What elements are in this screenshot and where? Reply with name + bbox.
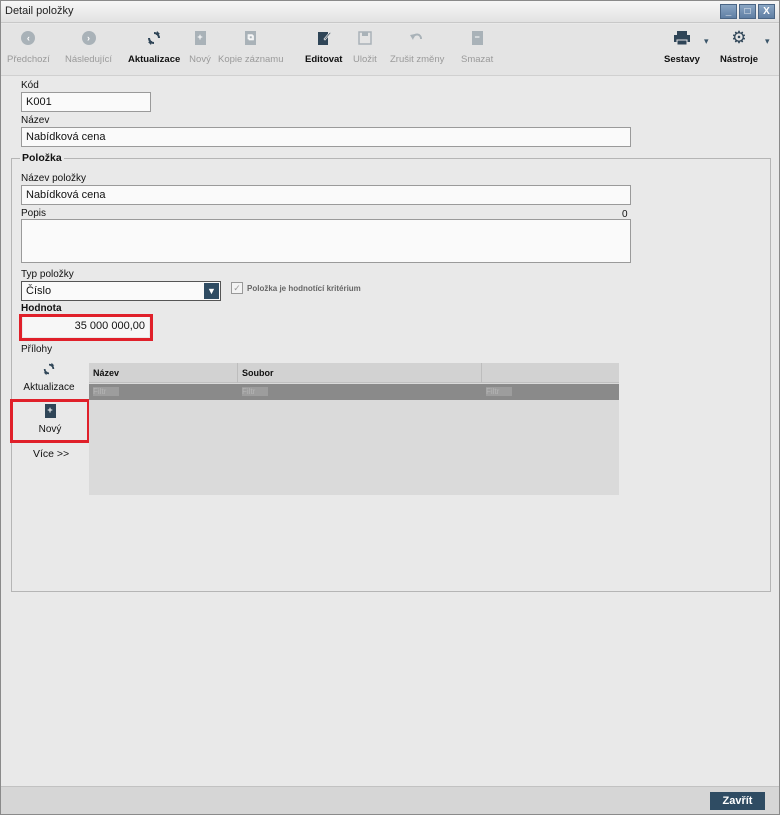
description-field[interactable]	[21, 219, 631, 263]
grid-filter-row: Filtr Filtr Filtr	[89, 384, 619, 400]
code-label: Kód	[21, 80, 39, 91]
maximize-button[interactable]: □	[739, 4, 756, 19]
attachments-grid: Název Soubor Filtr Filtr Filtr	[89, 363, 619, 495]
criterion-label: Položka je hodnotící kritérium	[247, 284, 361, 293]
reports-label: Sestavy	[664, 54, 700, 65]
new-button[interactable]: + Nový	[189, 28, 211, 65]
attachments-label: Přílohy	[21, 344, 53, 355]
criterion-checkbox[interactable]: ✓	[231, 282, 243, 294]
delete-document-icon: −	[471, 31, 483, 45]
minimize-button[interactable]: _	[720, 4, 737, 19]
more-link[interactable]: Více >>	[33, 448, 69, 460]
new-label: Nový	[189, 54, 211, 65]
printer-icon	[673, 31, 690, 46]
grid-column-file[interactable]: Soubor	[238, 363, 482, 383]
description-label: Popis	[21, 208, 47, 219]
code-field[interactable]: K001	[21, 92, 151, 112]
window-controls: _ □ X	[720, 4, 775, 19]
copy-record-label: Kopie záznamu	[218, 54, 284, 65]
item-type-label: Typ položky	[21, 269, 74, 280]
new-document-icon: +	[194, 31, 206, 45]
attachments-refresh-button[interactable]: Aktualizace	[17, 362, 81, 393]
close-window-button[interactable]: X	[758, 4, 775, 19]
gear-icon: ⚙	[731, 28, 747, 47]
reports-button[interactable]: Sestavy	[664, 28, 700, 65]
filter-file-input[interactable]: Filtr	[242, 387, 268, 396]
filter-extra-input[interactable]: Filtr	[486, 387, 512, 396]
value-highlight-frame	[19, 314, 153, 341]
item-name-label: Název položky	[21, 173, 87, 184]
delete-label: Smazat	[461, 54, 494, 65]
next-label: Následující	[65, 54, 112, 65]
chevron-down-icon[interactable]: ▼	[204, 283, 219, 299]
grid-column-extra[interactable]	[482, 363, 619, 383]
footer-bar: Zavřít	[1, 786, 779, 814]
arrow-right-circle-icon: ›	[81, 31, 96, 45]
refresh-button[interactable]: Aktualizace	[128, 28, 180, 65]
name-label: Název	[21, 115, 50, 126]
grid-column-name[interactable]: Název	[89, 363, 238, 383]
item-section-title: Položka	[20, 152, 64, 164]
item-name-field[interactable]: Nabídková cena	[21, 185, 631, 205]
detail-window: Detail položky _ □ X ‹ Předchozí › Násle…	[0, 0, 780, 815]
edit-button[interactable]: Editovat	[305, 28, 342, 65]
refresh-icon	[43, 362, 55, 376]
refresh-icon	[148, 31, 161, 45]
arrow-left-circle-icon: ‹	[21, 31, 36, 45]
tools-dropdown-icon[interactable]: ▾	[765, 36, 770, 47]
edit-label: Editovat	[305, 54, 343, 65]
save-icon	[358, 31, 372, 45]
reports-dropdown-icon[interactable]: ▾	[704, 36, 709, 47]
copy-record-button[interactable]: ⧉ Kopie záznamu	[218, 28, 283, 65]
tools-label: Nástroje	[720, 54, 759, 65]
save-label: Uložit	[353, 54, 377, 65]
window-title: Detail položky	[5, 5, 74, 17]
new-highlight-frame	[10, 399, 90, 443]
value-label: Hodnota	[21, 303, 62, 314]
tools-button[interactable]: ⚙ Nástroje	[720, 28, 758, 65]
edit-icon	[317, 31, 331, 45]
next-button[interactable]: › Následující	[65, 28, 112, 65]
item-type-value: Číslo	[26, 285, 52, 297]
undo-icon	[410, 33, 423, 40]
item-type-select[interactable]: Číslo ▼	[21, 281, 221, 301]
copy-record-icon: ⧉	[245, 31, 257, 45]
cancel-changes-label: Zrušit změny	[390, 54, 445, 65]
grid-header: Název Soubor	[89, 363, 619, 383]
name-field[interactable]: Nabídková cena	[21, 127, 631, 147]
previous-button[interactable]: ‹ Předchozí	[7, 28, 50, 65]
previous-label: Předchozí	[7, 54, 50, 65]
title-bar: Detail položky _ □ X	[1, 1, 779, 23]
filter-name-input[interactable]: Filtr	[93, 387, 119, 396]
delete-button[interactable]: − Smazat	[461, 28, 493, 65]
save-button[interactable]: Uložit	[353, 28, 377, 65]
toolbar: ‹ Předchozí › Následující Aktualizace + …	[1, 24, 779, 76]
close-button[interactable]: Zavřít	[710, 792, 765, 810]
attachments-refresh-label: Aktualizace	[23, 382, 75, 393]
refresh-label: Aktualizace	[128, 54, 181, 65]
cancel-changes-button[interactable]: Zrušit změny	[390, 28, 444, 65]
